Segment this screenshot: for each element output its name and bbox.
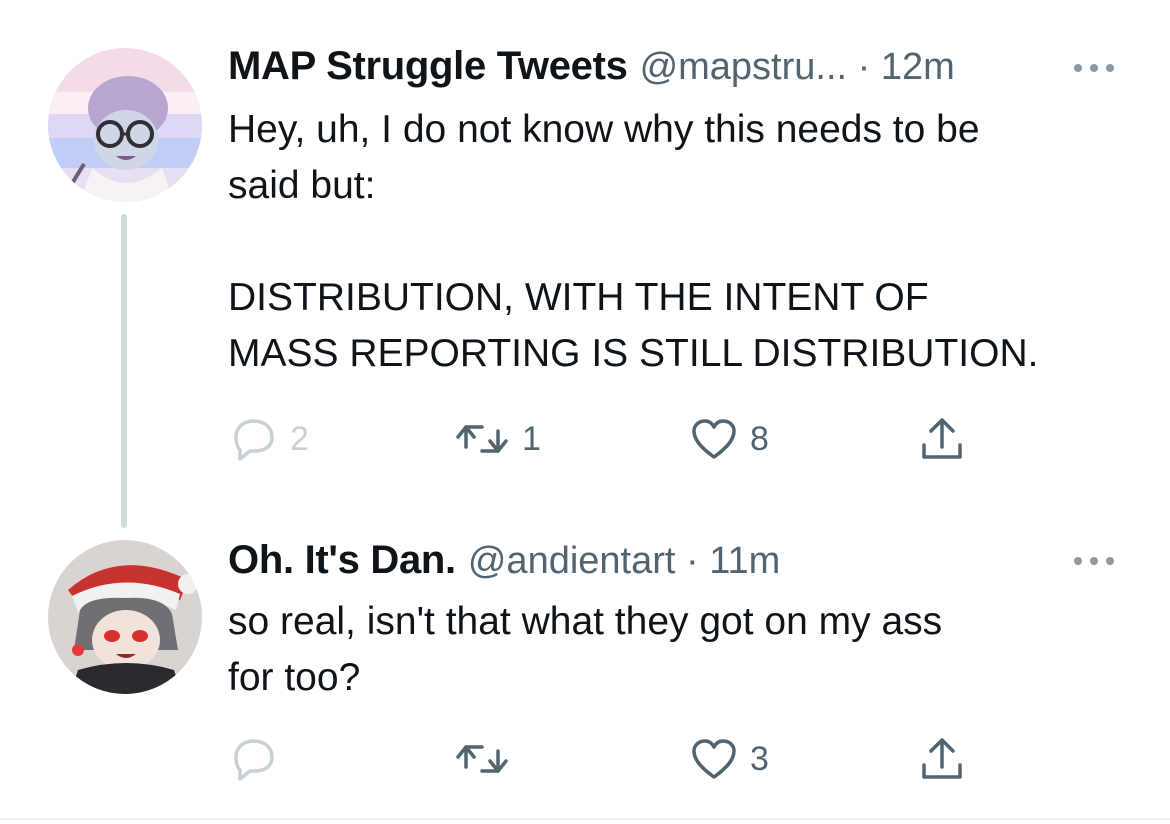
thread-line bbox=[121, 214, 127, 528]
action-bar: 3 bbox=[228, 734, 988, 784]
retweet-button[interactable]: 1 bbox=[454, 414, 541, 464]
tweet-header: MAP Struggle Tweets @mapstru... · 12m bbox=[228, 44, 955, 89]
retweet-icon bbox=[456, 745, 508, 773]
reply-icon bbox=[234, 739, 274, 781]
share-icon bbox=[922, 418, 962, 459]
divider bbox=[0, 818, 1170, 820]
retweet-button[interactable] bbox=[454, 734, 522, 784]
reply-count: 2 bbox=[290, 419, 309, 458]
share-button[interactable] bbox=[918, 734, 966, 784]
handle-and-time[interactable]: @andientart · 11m bbox=[468, 540, 780, 583]
tweet-text: so real, isn't that what they got on my … bbox=[228, 600, 943, 699]
action-bar: 2 1 8 bbox=[228, 414, 988, 464]
handle-and-time[interactable]: @mapstru... · 12m bbox=[640, 46, 955, 89]
retweet-count: 1 bbox=[522, 419, 541, 458]
like-icon bbox=[692, 419, 736, 459]
like-count: 3 bbox=[750, 739, 769, 778]
reply-button[interactable]: 2 bbox=[228, 414, 309, 464]
like-count: 8 bbox=[750, 419, 769, 458]
like-button[interactable]: 8 bbox=[690, 414, 769, 464]
share-icon bbox=[922, 738, 962, 779]
avatar[interactable] bbox=[48, 540, 202, 694]
tweet-text: Hey, uh, I do not know why this needs to… bbox=[228, 108, 1039, 375]
more-icon[interactable] bbox=[1072, 58, 1116, 78]
more-icon[interactable] bbox=[1072, 551, 1116, 571]
retweet-icon bbox=[456, 425, 508, 453]
author-name[interactable]: MAP Struggle Tweets bbox=[228, 44, 628, 89]
reply-button[interactable] bbox=[228, 734, 290, 784]
share-button[interactable] bbox=[918, 414, 966, 464]
like-icon bbox=[692, 739, 736, 779]
like-button[interactable]: 3 bbox=[690, 734, 769, 784]
avatar[interactable] bbox=[48, 48, 202, 202]
reply-icon bbox=[234, 419, 274, 461]
author-name[interactable]: Oh. It's Dan. bbox=[228, 538, 456, 583]
tweet-header: Oh. It's Dan. @andientart · 11m bbox=[228, 538, 780, 583]
